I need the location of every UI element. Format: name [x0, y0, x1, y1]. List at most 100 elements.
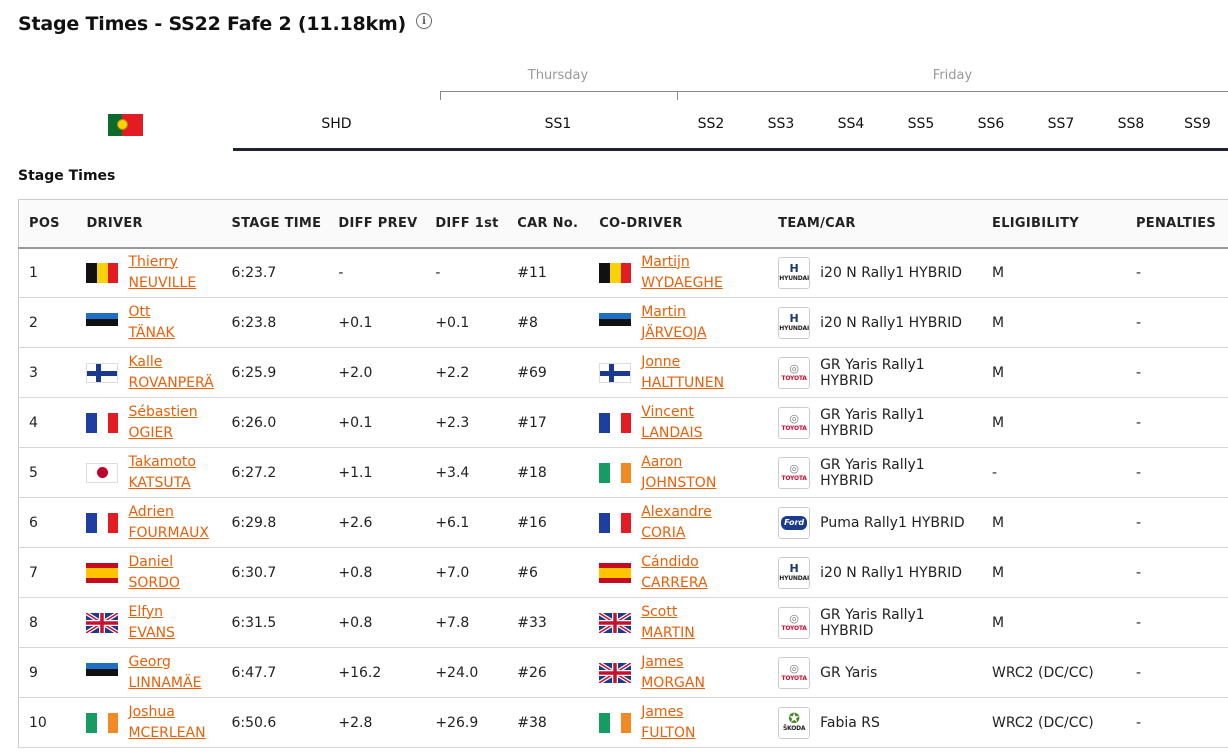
co-driver-last-name-link[interactable]: CARRERA [641, 573, 707, 594]
driver-cell-content: Ott TÄNAK [86, 302, 221, 344]
car-number-cell: #6 [517, 564, 538, 581]
table-row[interactable]: 4 Sébastien OGIER 6:26.0 +0.1 +2.3 #17 Vincent L… [18, 398, 1228, 448]
co-driver-first-name-link[interactable]: Martin [641, 302, 706, 323]
penalties-cell: - [1135, 714, 1142, 731]
position-cell: 7 [29, 564, 38, 581]
co-driver-last-name-link[interactable]: JOHNSTON [641, 473, 716, 494]
co-driver-first-name-link[interactable]: Cándido [641, 552, 707, 573]
driver-last-name-link[interactable]: SORDO [128, 573, 179, 594]
info-icon[interactable]: i [416, 13, 433, 29]
toyota-wordmark: TOYOTA [781, 475, 807, 482]
table-row[interactable]: 5 Takamoto KATSUTA 6:27.2 +1.1 +3.4 #18 Aaron JO… [18, 448, 1228, 498]
driver-last-name-link[interactable]: LINNAMÄE [128, 673, 201, 694]
driver-first-name-link[interactable]: Kalle [128, 352, 213, 373]
co-driver-first-name-link[interactable]: Martijn [641, 252, 723, 273]
stage-tab-ss1[interactable]: SS1 [440, 100, 676, 148]
team-car-content: ◎ TOYOTA GR Yaris Rally1 HYBRID [778, 406, 982, 439]
ireland-flag-icon [599, 712, 632, 733]
table-row[interactable]: 6 Adrien FOURMAUX 6:29.8 +2.6 +6.1 #16 Alexandr… [18, 498, 1228, 548]
co-driver-first-name-link[interactable]: James [641, 652, 705, 673]
car-model-label: i20 N Rally1 HYBRID [820, 564, 962, 581]
driver-last-name-link[interactable]: MCERLEAN [128, 723, 205, 744]
france-flag-icon [86, 512, 119, 533]
driver-first-name-link[interactable]: Takamoto [128, 452, 196, 473]
co-driver-first-name-link[interactable]: Vincent [641, 402, 702, 423]
co-driver-last-name-link[interactable]: JÄRVEOJA [641, 323, 706, 344]
table-row[interactable]: 10 Joshua MCERLEAN 6:50.6 +2.8 +26.9 #38 James F… [18, 698, 1228, 748]
co-driver-cell: Alexandre CORIA [589, 498, 768, 548]
co-driver-first-name-link[interactable]: Jonne [641, 352, 724, 373]
table-row[interactable]: 9 Georg LINNAMÄE 6:47.7 +16.2 +24.0 #26 James MO… [18, 648, 1228, 698]
spain-flag-icon [86, 562, 119, 583]
driver-first-name-link[interactable]: Ott [128, 302, 174, 323]
driver-first-name-link[interactable]: Daniel [128, 552, 179, 573]
driver-last-name-link[interactable]: KATSUTA [128, 473, 196, 494]
driver-last-name-link[interactable]: EVANS [128, 623, 174, 644]
co-driver-first-name-link[interactable]: James [641, 702, 695, 723]
column-header-co-driver: CO-DRIVER [599, 215, 683, 231]
stage-tab-ss7[interactable]: SS7 [1027, 100, 1095, 148]
co-driver-last-name-link[interactable]: FULTON [641, 723, 695, 744]
driver-cell-content: Sébastien OGIER [86, 402, 221, 444]
co-driver-last-name-link[interactable]: MARTIN [641, 623, 695, 644]
penalties-cell: - [1135, 664, 1142, 681]
driver-first-name-link[interactable]: Joshua [128, 702, 205, 723]
co-driver-last-name-link[interactable]: HALTTUNEN [641, 373, 724, 394]
table-row[interactable]: 1 Thierry NEUVILLE 6:23.7 - - #11 Martijn WYDAEG… [18, 248, 1228, 298]
france-flag-icon [599, 412, 632, 433]
stage-tab-shd[interactable]: SHD [233, 100, 440, 148]
stage-tab-ss5[interactable]: SS5 [887, 100, 955, 148]
penalties-cell: - [1135, 364, 1142, 381]
team-car-cell: Ford Puma Rally1 HYBRID [768, 498, 982, 548]
table-row[interactable]: 7 Daniel SORDO 6:30.7 +0.8 +7.0 #6 Cándido CARRE… [18, 548, 1228, 598]
co-driver-name: James MORGAN [641, 652, 705, 694]
co-driver-last-name-link[interactable]: LANDAIS [641, 423, 702, 444]
co-driver-first-name-link[interactable]: Alexandre [641, 502, 712, 523]
co-driver-last-name-link[interactable]: WYDAEGHE [641, 273, 723, 294]
driver-first-name-link[interactable]: Elfyn [128, 602, 174, 623]
driver-last-name-link[interactable]: FOURMAUX [128, 523, 209, 544]
country-flag-cell [18, 100, 233, 150]
table-row[interactable]: 3 Kalle ROVANPERÄ 6:25.9 +2.0 +2.2 #69 Jonne HAL… [18, 348, 1228, 398]
eligibility-cell: M [992, 264, 1005, 281]
driver-first-name-link[interactable]: Sébastien [128, 402, 197, 423]
co-driver-cell: Scott MARTIN [589, 598, 768, 648]
co-driver-cell: Aaron JOHNSTON [589, 448, 768, 498]
stage-tab-ss9[interactable]: SS9 [1167, 100, 1228, 148]
stage-time-cell: 6:23.7 [231, 264, 277, 281]
stage-tab-ss6[interactable]: SS6 [957, 100, 1025, 148]
table-row[interactable]: 8 Elfyn EVANS 6:31.5 +0.8 +7.8 #33 Scott MARTIN ◎… [18, 598, 1228, 648]
car-number-cell: #38 [517, 714, 547, 731]
co-driver-last-name-link[interactable]: MORGAN [641, 673, 705, 694]
toyota-wordmark: TOYOTA [781, 675, 807, 682]
driver-last-name-link[interactable]: NEUVILLE [128, 273, 196, 294]
team-car-cell: H HYUNDAI i20 N Rally1 HYBRID [768, 248, 982, 298]
stage-tab-ss3[interactable]: SS3 [747, 100, 815, 148]
driver-cell: Adrien FOURMAUX [76, 498, 221, 548]
hyundai-logo-icon: H HYUNDAI [778, 306, 811, 339]
co-driver-name: Martin JÄRVEOJA [641, 302, 706, 344]
co-driver-name: Scott MARTIN [641, 602, 695, 644]
driver-first-name-link[interactable]: Adrien [128, 502, 209, 523]
driver-last-name-link[interactable]: ROVANPERÄ [128, 373, 213, 394]
co-driver-cell: Vincent LANDAIS [589, 398, 768, 448]
stage-tab-ss2[interactable]: SS2 [677, 100, 745, 148]
co-driver-last-name-link[interactable]: CORIA [641, 523, 712, 544]
table-row[interactable]: 2 Ott TÄNAK 6:23.8 +0.1 +0.1 #8 Martin JÄRVEOJA H… [18, 298, 1228, 348]
driver-cell: Sébastien OGIER [76, 398, 221, 448]
driver-cell: Elfyn EVANS [76, 598, 221, 648]
car-model-label: GR Yaris Rally1 HYBRID [820, 356, 925, 389]
car-model-label: GR Yaris Rally1 HYBRID [820, 406, 925, 439]
driver-last-name-link[interactable]: TÄNAK [128, 323, 174, 344]
hyundai-wordmark: HYUNDAI [779, 575, 810, 582]
driver-first-name-link[interactable]: Thierry [128, 252, 196, 273]
position-cell: 2 [29, 314, 38, 331]
driver-cell-content: Adrien FOURMAUX [86, 502, 221, 544]
stage-tab-ss4[interactable]: SS4 [817, 100, 885, 148]
co-driver-first-name-link[interactable]: Aaron [641, 452, 716, 473]
stage-time-cell: 6:26.0 [231, 414, 277, 431]
stage-tab-ss8[interactable]: SS8 [1097, 100, 1165, 148]
driver-last-name-link[interactable]: OGIER [128, 423, 197, 444]
driver-first-name-link[interactable]: Georg [128, 652, 201, 673]
co-driver-first-name-link[interactable]: Scott [641, 602, 695, 623]
